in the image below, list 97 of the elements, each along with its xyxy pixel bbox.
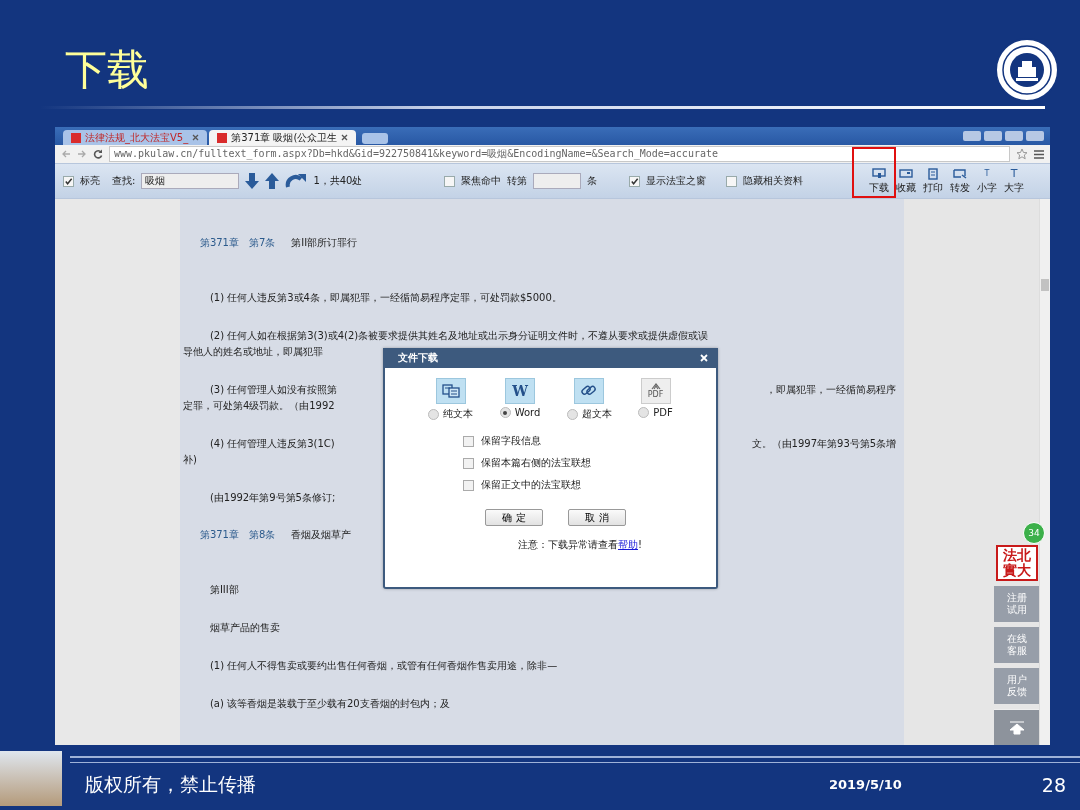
arrow-up-icon: [1008, 720, 1025, 735]
checkbox-label: 保留正文中的法宝联想: [481, 478, 581, 492]
goto-label: 转第: [507, 174, 528, 188]
back-icon[interactable]: [61, 150, 71, 158]
university-seal-icon: [994, 37, 1060, 103]
dialog-button[interactable]: 取 消: [568, 509, 626, 526]
checkbox-label: 显示法宝之窗: [646, 174, 707, 188]
checkbox-label: 聚焦命中: [461, 174, 502, 188]
radio-label: 超文本: [581, 407, 612, 421]
dialog-title: 文件下载: [398, 351, 438, 365]
match-count: 1，共40处: [313, 174, 363, 188]
checkbox[interactable]: [726, 175, 738, 187]
paragraph-text: 补): [182, 453, 197, 467]
toolbar-icon: [927, 167, 939, 180]
forward-icon[interactable]: [77, 150, 87, 158]
checkbox-label: 保留字段信息: [481, 434, 541, 448]
radio-label: 纯文本: [443, 407, 474, 421]
paragraph-text: (由1992年第9号第5条修订;: [209, 491, 336, 505]
paragraph-text: 文。（由1997年第93号第5条增: [751, 437, 897, 451]
checkbox[interactable]: [463, 457, 474, 469]
address-bar[interactable]: www.pkulaw.cn/fulltext_form.aspx?Db=hkd&Gid=922750841&keyword=吸烟&EncodingName=&Search_Mode=accurate: [109, 146, 1010, 162]
dialog-button[interactable]: 确 定: [485, 509, 543, 526]
new-tab-button[interactable]: [362, 133, 389, 144]
pdf-format-icon[interactable]: PDF: [640, 378, 671, 404]
toolbar-icon: [899, 167, 913, 180]
arrow-up-icon[interactable]: [265, 173, 280, 189]
help-link[interactable]: 帮助: [618, 539, 638, 550]
star-icon[interactable]: [1016, 148, 1028, 160]
toolbar-button[interactable]: 收藏: [896, 167, 916, 195]
close-icon[interactable]: [341, 134, 349, 141]
find-field[interactable]: 吸烟: [141, 173, 240, 189]
text-size-icon: T: [1010, 167, 1018, 180]
toolbar-button[interactable]: 转发: [950, 167, 970, 195]
photo-placeholder: [0, 751, 62, 806]
paragraph-text: 烟草产品的售卖: [209, 621, 280, 635]
section-title: 香烟及烟草产: [291, 528, 352, 542]
site-icon: [71, 132, 81, 143]
site-icon: [217, 132, 228, 143]
plain-format-icon[interactable]: [435, 378, 466, 404]
back-to-top-button[interactable]: [994, 709, 1039, 745]
section-title: 第II部所订罪行: [291, 236, 358, 250]
browser-tab[interactable]: 第371章 吸烟(公众卫生: [209, 130, 357, 145]
radio-button[interactable]: [566, 408, 578, 420]
chapter-link[interactable]: 第371章: [199, 236, 239, 250]
text-size-icon: T: [984, 167, 990, 180]
radio-button[interactable]: [638, 407, 650, 418]
paragraph-text: 第III部: [209, 583, 239, 597]
slide-title: 下载: [65, 44, 149, 96]
toolbar-button[interactable]: T 小字: [977, 167, 997, 195]
checkbox[interactable]: [463, 435, 474, 447]
radio-button[interactable]: [428, 408, 440, 420]
paragraph-text: (4) 任何管理人违反第3(1C): [209, 437, 335, 451]
goto-suffix: 条: [587, 174, 598, 188]
toolbar-button[interactable]: T 大字: [1004, 167, 1024, 195]
copyright-text: 版权所有，禁止传播: [85, 771, 256, 797]
paragraph-text: 定罪，可处第4级罚款。（由1992: [182, 399, 335, 413]
paragraph-text: 导他人的姓名或地址，即属犯罪: [182, 345, 323, 359]
page-number: 28: [1041, 773, 1066, 796]
checkbox[interactable]: [463, 479, 474, 491]
site-logo[interactable]: 法北 實大: [995, 545, 1038, 581]
checkbox[interactable]: [629, 175, 641, 187]
paragraph-text: ，即属犯罪，一经循简易程序: [766, 383, 897, 397]
checkbox-label: 保留本篇右侧的法宝联想: [481, 456, 591, 470]
checkbox[interactable]: [444, 175, 456, 187]
paragraph-text: (3) 任何管理人如没有按照第: [209, 383, 338, 397]
paragraph-text: (1) 任何人不得售卖或要约出售任何香烟，或管有任何香烟作售卖用途，除非—: [209, 659, 558, 673]
paragraph-text: (2) 任何人如在根据第3(3)或4(2)条被要求提供其姓名及地址或出示身分证明文件时，不遵从要求或提供虚假或误: [209, 329, 709, 343]
download-note: 注意：下载异常请查看帮助!: [518, 539, 642, 550]
checkbox-label: 标亮: [80, 174, 100, 188]
reload-icon[interactable]: [93, 149, 103, 159]
close-icon[interactable]: [192, 134, 200, 141]
checkbox-label: 隐藏相关资料: [743, 174, 804, 188]
minimize-button[interactable]: [984, 131, 1002, 141]
checkbox[interactable]: [63, 175, 74, 187]
radio-label: Word: [514, 407, 541, 418]
goto-field[interactable]: [533, 173, 582, 189]
download-button[interactable]: 下载: [869, 167, 889, 195]
toolbar-icon: [953, 167, 967, 180]
chapter-link[interactable]: 第371章: [199, 528, 239, 542]
redo-icon[interactable]: [285, 174, 308, 188]
notification-badge: 34: [1023, 522, 1045, 544]
paragraph-text: (a) 该等香烟是装载于至少载有20支香烟的封包内；及: [209, 697, 450, 711]
section-link[interactable]: 第8条: [248, 528, 276, 542]
toolbar-icon: [872, 167, 886, 180]
arrow-down-icon[interactable]: [245, 173, 260, 189]
radio-button[interactable]: [499, 407, 511, 418]
toolbar-button[interactable]: 打印: [923, 167, 943, 195]
menu-icon[interactable]: [1034, 149, 1044, 159]
paragraph-text: (1) 任何人违反第3或4条，即属犯罪，一经循简易程序定罪，可处罚款$5000。: [209, 291, 562, 305]
find-label: 查找:: [112, 174, 136, 188]
word-format-icon[interactable]: W: [505, 378, 535, 404]
radio-label: PDF: [653, 407, 673, 418]
hypertext-format-icon[interactable]: [574, 378, 605, 404]
section-link[interactable]: 第7条: [248, 236, 276, 250]
close-button[interactable]: [1026, 131, 1044, 141]
maximize-button[interactable]: [1005, 131, 1023, 141]
slide-date: 2019/5/10: [829, 777, 902, 792]
